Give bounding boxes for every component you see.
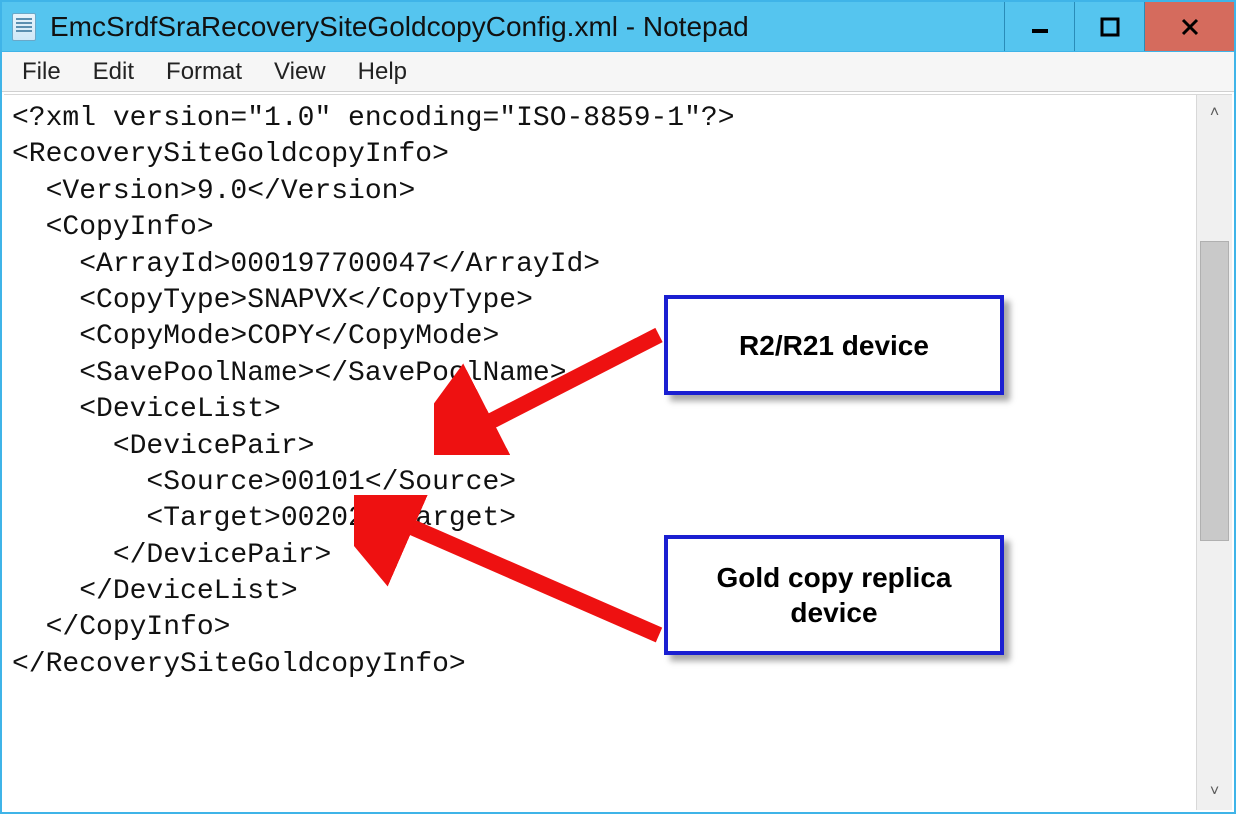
- vertical-scrollbar[interactable]: ˄ ˅: [1196, 95, 1232, 810]
- minimize-button[interactable]: [1004, 2, 1074, 51]
- editor-content[interactable]: <?xml version="1.0" encoding="ISO-8859-1…: [4, 95, 1196, 810]
- menu-view[interactable]: View: [260, 54, 340, 90]
- menu-format[interactable]: Format: [152, 54, 256, 90]
- menubar: File Edit Format View Help: [2, 52, 1234, 92]
- annotation-callout-r2r21: R2/R21 device: [664, 295, 1004, 395]
- titlebar[interactable]: EmcSrdfSraRecoverySiteGoldcopyConfig.xml…: [2, 2, 1234, 52]
- notepad-app-icon: [12, 13, 36, 41]
- scroll-up-button[interactable]: ˄: [1197, 95, 1232, 131]
- chevron-down-icon: ˅: [1210, 783, 1219, 801]
- window-buttons: [1004, 2, 1234, 51]
- scroll-thumb[interactable]: [1200, 241, 1229, 541]
- menu-file[interactable]: File: [8, 54, 75, 90]
- close-button[interactable]: [1144, 2, 1234, 51]
- minimize-icon: [1029, 16, 1051, 38]
- menu-help[interactable]: Help: [344, 54, 421, 90]
- window-title: EmcSrdfSraRecoverySiteGoldcopyConfig.xml…: [50, 11, 1004, 43]
- annotation-text-1: R2/R21 device: [739, 328, 929, 363]
- annotation-callout-goldcopy: Gold copy replica device: [664, 535, 1004, 655]
- notepad-window: EmcSrdfSraRecoverySiteGoldcopyConfig.xml…: [0, 0, 1236, 814]
- menu-edit[interactable]: Edit: [79, 54, 148, 90]
- annotation-text-2: Gold copy replica device: [682, 560, 986, 630]
- maximize-button[interactable]: [1074, 2, 1144, 51]
- scroll-down-button[interactable]: ˅: [1197, 774, 1232, 810]
- close-icon: [1179, 16, 1201, 38]
- client-area: <?xml version="1.0" encoding="ISO-8859-1…: [4, 94, 1232, 810]
- chevron-up-icon: ˄: [1210, 104, 1219, 122]
- scroll-track[interactable]: [1197, 131, 1232, 774]
- maximize-icon: [1099, 16, 1121, 38]
